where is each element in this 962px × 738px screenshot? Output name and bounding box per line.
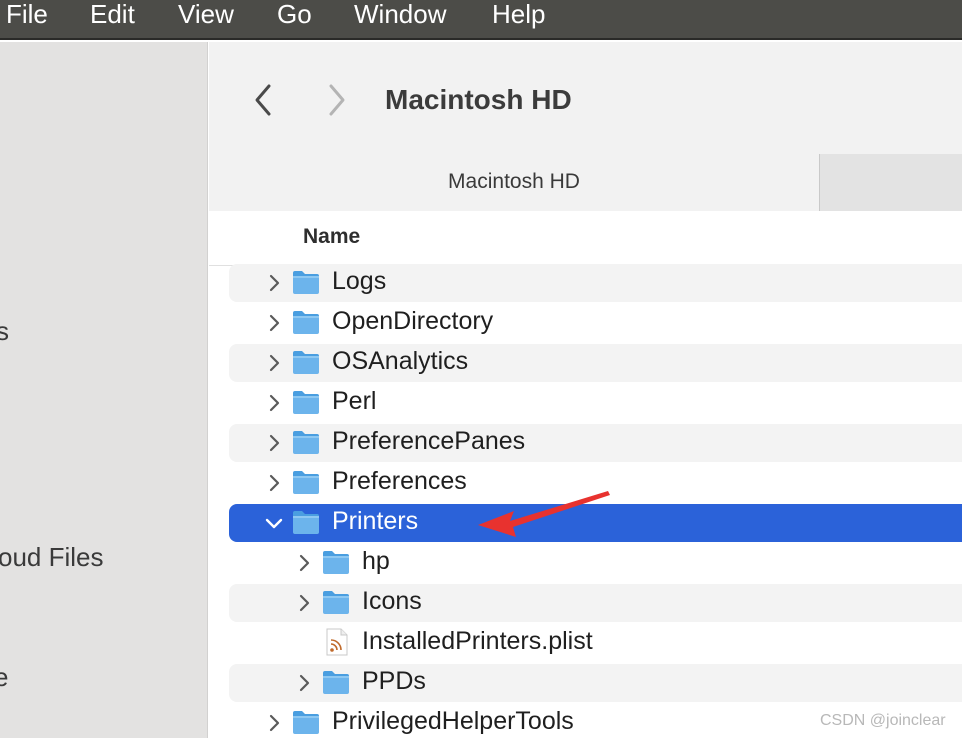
menu-go[interactable]: Go bbox=[277, 0, 312, 38]
folder-icon bbox=[291, 348, 321, 376]
file-row-perl[interactable]: Perl bbox=[229, 384, 962, 422]
file-row-preferencepanes[interactable]: PreferencePanes bbox=[229, 424, 962, 462]
disclosure-chevron-down-icon[interactable] bbox=[263, 510, 285, 536]
file-list: Logs OpenDirectory OSAnalytics Perl Preferen… bbox=[209, 264, 962, 738]
plist-file-icon bbox=[321, 628, 351, 656]
window-title: Macintosh HD bbox=[385, 84, 572, 115]
chevron-right-icon bbox=[329, 84, 345, 116]
file-row-hp[interactable]: hp bbox=[229, 544, 962, 582]
tab-other[interactable] bbox=[819, 154, 962, 211]
file-name: OSAnalytics bbox=[332, 347, 469, 375]
menu-bar: File Edit View Go Window Help bbox=[0, 0, 962, 40]
file-row-installedprinters-plist[interactable]: InstalledPrinters.plist bbox=[229, 624, 962, 662]
folder-icon bbox=[321, 588, 351, 616]
tab-label: Macintosh HD bbox=[448, 170, 580, 193]
disclosure-chevron-right-icon[interactable] bbox=[263, 470, 285, 496]
watermark: CSDN @joinclear bbox=[820, 712, 946, 729]
disclosure-chevron-right-icon[interactable] bbox=[263, 710, 285, 736]
forward-button[interactable] bbox=[319, 78, 355, 122]
disclosure-chevron-right-icon[interactable] bbox=[263, 390, 285, 416]
tab-macintosh-hd[interactable]: Macintosh HD bbox=[209, 154, 819, 211]
file-name: InstalledPrinters.plist bbox=[362, 627, 593, 655]
disclosure-chevron-right-icon[interactable] bbox=[293, 670, 315, 696]
file-row-ppds[interactable]: PPDs bbox=[229, 664, 962, 702]
column-header-name[interactable]: Name bbox=[303, 225, 360, 249]
file-name: Preferences bbox=[332, 467, 467, 495]
file-name: PPDs bbox=[362, 667, 426, 695]
chevron-left-icon bbox=[255, 84, 271, 116]
sidebar-item-icloud-files[interactable]: oud Files bbox=[0, 542, 104, 573]
folder-icon bbox=[291, 308, 321, 336]
folder-icon bbox=[291, 428, 321, 456]
sidebar-item-fragment[interactable]: e bbox=[0, 662, 8, 693]
sidebar: s oud Files e bbox=[0, 42, 208, 738]
folder-icon bbox=[291, 468, 321, 496]
folder-icon bbox=[291, 268, 321, 296]
disclosure-chevron-right-icon[interactable] bbox=[263, 430, 285, 456]
file-name: Perl bbox=[332, 387, 377, 415]
menu-file[interactable]: File bbox=[6, 0, 48, 38]
menu-help[interactable]: Help bbox=[492, 0, 545, 38]
tab-bar: Macintosh HD bbox=[209, 154, 962, 211]
file-name: PrivilegedHelperTools bbox=[332, 707, 574, 735]
file-row-icons[interactable]: Icons bbox=[229, 584, 962, 622]
disclosure-chevron-right-icon[interactable] bbox=[263, 310, 285, 336]
file-row-preferences[interactable]: Preferences bbox=[229, 464, 962, 502]
menu-edit[interactable]: Edit bbox=[90, 0, 135, 38]
toolbar: Macintosh HD bbox=[209, 42, 962, 154]
menu-window[interactable]: Window bbox=[354, 0, 446, 38]
folder-icon bbox=[291, 708, 321, 736]
sidebar-item-fragment[interactable]: s bbox=[0, 316, 9, 347]
disclosure-chevron-right-icon[interactable] bbox=[293, 550, 315, 576]
file-name: OpenDirectory bbox=[332, 307, 494, 335]
folder-icon bbox=[291, 508, 321, 536]
column-header: Name bbox=[209, 212, 962, 266]
disclosure-chevron-right-icon[interactable] bbox=[293, 590, 315, 616]
file-name: hp bbox=[362, 547, 390, 575]
back-button[interactable] bbox=[245, 78, 281, 122]
folder-icon bbox=[291, 388, 321, 416]
menu-view[interactable]: View bbox=[178, 0, 234, 38]
folder-icon bbox=[321, 668, 351, 696]
disclosure-chevron-right-icon[interactable] bbox=[263, 350, 285, 376]
file-name: Printers bbox=[332, 507, 419, 535]
disclosure-chevron-right-icon[interactable] bbox=[263, 270, 285, 296]
file-row-opendirectory[interactable]: OpenDirectory bbox=[229, 304, 962, 342]
file-row-printers[interactable]: Printers bbox=[229, 504, 962, 542]
file-name: Logs bbox=[332, 267, 387, 295]
file-row-osanalytics[interactable]: OSAnalytics bbox=[229, 344, 962, 382]
file-name: PreferencePanes bbox=[332, 427, 526, 455]
file-name: Icons bbox=[362, 587, 422, 615]
file-row-logs[interactable]: Logs bbox=[229, 264, 962, 302]
folder-icon bbox=[321, 548, 351, 576]
